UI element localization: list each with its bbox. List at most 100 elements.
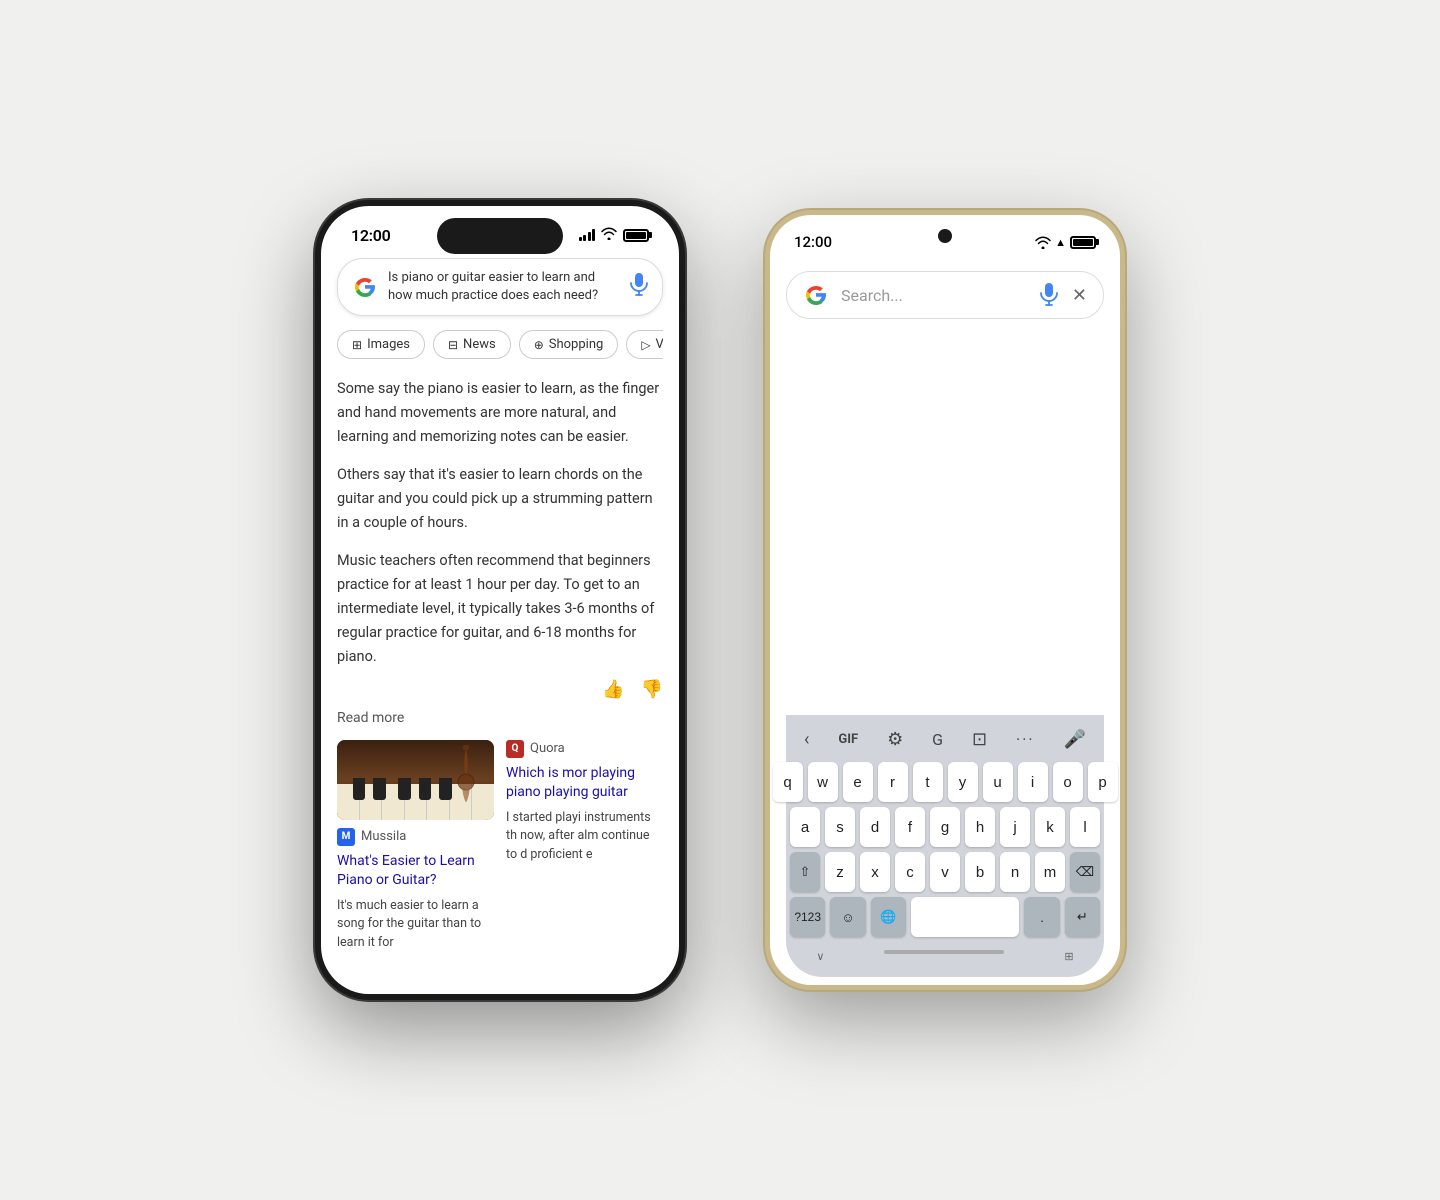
key-h[interactable]: h (965, 807, 995, 847)
kb-back-icon[interactable]: ‹ (798, 725, 815, 754)
android-search-action-icons: ✕ (1040, 283, 1087, 307)
key-emoji[interactable]: ☺ (830, 897, 865, 937)
quora-result-text: I started playi instruments th now, afte… (506, 809, 663, 865)
key-d[interactable]: d (860, 807, 890, 847)
keyboard-row-3: ⇧ z x c v b n m ⌫ (790, 852, 1100, 892)
android-empty-area (786, 335, 1104, 715)
thumbs-down-icon[interactable]: 👎 (641, 679, 663, 700)
key-k[interactable]: k (1035, 807, 1065, 847)
mussila-result-text: It's much easier to learn a song for the… (337, 897, 494, 953)
result-source-quora: Q Quora (506, 740, 663, 758)
android-screen: 12:00 ▲ (770, 215, 1120, 985)
result-card-quora[interactable]: Q Quora Which is mor playing piano playi… (506, 740, 663, 953)
key-r[interactable]: r (878, 762, 908, 802)
kb-mic-toolbar-icon[interactable]: 🎤 (1058, 725, 1092, 754)
android-search-bar[interactable]: Search... ✕ (786, 271, 1104, 319)
android-close-icon[interactable]: ✕ (1072, 285, 1087, 306)
key-o[interactable]: o (1053, 762, 1083, 802)
ai-paragraph-2: Others say that it's easier to learn cho… (337, 463, 663, 535)
key-space[interactable] (911, 897, 1019, 937)
key-m[interactable]: m (1035, 852, 1065, 892)
mussila-result-title[interactable]: What's Easier to Learn Piano or Guitar? (337, 852, 494, 891)
battery-icon (623, 229, 649, 242)
key-y[interactable]: y (948, 762, 978, 802)
result-image-piano (337, 740, 494, 820)
shopping-tab-icon: ⊕ (534, 338, 544, 352)
video-tab-icon: ▷ (641, 338, 650, 352)
result-source-mussila: M Mussila (337, 828, 494, 846)
key-n[interactable]: n (1000, 852, 1030, 892)
android-google-logo (803, 282, 829, 308)
android-search-placeholder[interactable]: Search... (841, 286, 1028, 305)
iphone-content-area[interactable]: Is piano or guitar easier to learn and h… (321, 258, 679, 994)
dynamic-island (437, 218, 563, 254)
key-globe[interactable]: 🌐 (871, 897, 906, 937)
key-period[interactable]: . (1024, 897, 1059, 937)
feedback-row: 👍 👎 (337, 679, 663, 700)
tab-news-label: News (463, 337, 496, 352)
key-f[interactable]: f (895, 807, 925, 847)
kb-settings-icon[interactable]: ⚙ (881, 725, 909, 754)
signal-icon (579, 229, 596, 241)
android-keyboard[interactable]: ‹ GIF ⚙ G ⊡ ··· 🎤 q w e r t y u (786, 715, 1104, 977)
kb-gif-button[interactable]: GIF (832, 728, 864, 751)
key-x[interactable]: x (860, 852, 890, 892)
key-j[interactable]: j (1000, 807, 1030, 847)
key-u[interactable]: u (983, 762, 1013, 802)
kb-translate-icon[interactable]: G (926, 726, 949, 753)
images-tab-icon: ⊞ (352, 338, 362, 352)
kb-more-icon[interactable]: ··· (1010, 726, 1041, 753)
tab-images-label: Images (367, 337, 410, 352)
iphone-device: 12:00 (315, 200, 685, 1000)
keyboard-row-1: q w e r t y u i o p (790, 762, 1100, 802)
read-more-link[interactable]: Read more (337, 710, 663, 726)
iphone-screen: 12:00 (321, 206, 679, 994)
ai-paragraph-1: Some say the piano is easier to learn, a… (337, 377, 663, 449)
key-c[interactable]: c (895, 852, 925, 892)
keyboard-toolbar: ‹ GIF ⚙ G ⊡ ··· 🎤 (790, 721, 1100, 762)
android-home-bar (884, 950, 1004, 954)
nav-keyboard-icon[interactable]: ⊞ (1064, 950, 1073, 963)
search-query-text: Is piano or guitar easier to learn and h… (388, 269, 620, 305)
key-t[interactable]: t (913, 762, 943, 802)
tab-shopping-label: Shopping (549, 337, 604, 352)
android-nav-bar: ∨ ⊞ (790, 942, 1100, 967)
filter-tabs: ⊞ Images ⊟ News ⊕ Shopping ▷ Vide... (337, 330, 663, 359)
tab-images[interactable]: ⊞ Images (337, 330, 425, 359)
key-enter[interactable]: ↵ (1065, 897, 1100, 937)
key-a[interactable]: a (790, 807, 820, 847)
tab-news[interactable]: ⊟ News (433, 330, 511, 359)
tab-video-label: Vide... (656, 337, 663, 352)
mussila-source-name: Mussila (361, 829, 406, 844)
key-b[interactable]: b (965, 852, 995, 892)
android-signal-icon: ▲ (1055, 236, 1066, 249)
key-p[interactable]: p (1088, 762, 1118, 802)
tab-shopping[interactable]: ⊕ Shopping (519, 330, 619, 359)
key-s[interactable]: s (825, 807, 855, 847)
nav-chevron-down[interactable]: ∨ (816, 950, 824, 963)
iphone-search-bar[interactable]: Is piano or guitar easier to learn and h… (337, 258, 663, 316)
android-device: 12:00 ▲ (765, 210, 1125, 990)
quora-result-title[interactable]: Which is mor playing piano playing guita… (506, 764, 663, 803)
key-delete[interactable]: ⌫ (1070, 852, 1100, 892)
thumbs-up-icon[interactable]: 👍 (602, 679, 624, 700)
quora-source-name: Quora (530, 741, 565, 756)
android-content-area: Search... ✕ ‹ GIF ⚙ (770, 263, 1120, 985)
android-mic-icon[interactable] (1040, 283, 1058, 307)
key-i[interactable]: i (1018, 762, 1048, 802)
key-z[interactable]: z (825, 852, 855, 892)
key-e[interactable]: e (843, 762, 873, 802)
key-q[interactable]: q (773, 762, 803, 802)
key-g[interactable]: g (930, 807, 960, 847)
result-card-mussila[interactable]: M Mussila What's Easier to Learn Piano o… (337, 740, 494, 953)
keyboard-row-2: a s d f g h j k l (790, 807, 1100, 847)
mic-icon[interactable] (630, 273, 648, 302)
key-v[interactable]: v (930, 852, 960, 892)
kb-sticker-icon[interactable]: ⊡ (966, 725, 993, 754)
key-numbers[interactable]: ?123 (790, 897, 825, 937)
key-w[interactable]: w (808, 762, 838, 802)
tab-video[interactable]: ▷ Vide... (626, 330, 663, 359)
key-shift[interactable]: ⇧ (790, 852, 820, 892)
key-l[interactable]: l (1070, 807, 1100, 847)
news-tab-icon: ⊟ (448, 338, 458, 352)
